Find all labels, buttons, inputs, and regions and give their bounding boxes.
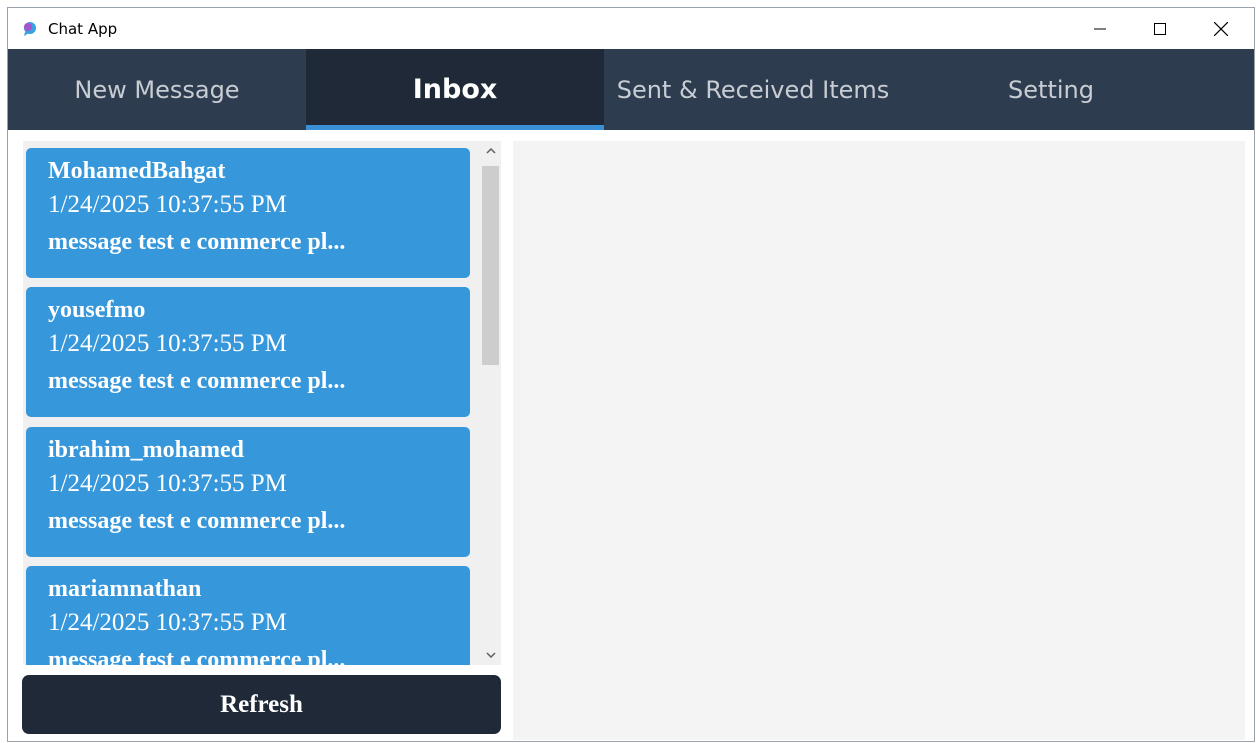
tab-sent-received-items[interactable]: Sent & Received Items: [604, 49, 902, 130]
message-date: 1/24/2025 10:37:55 PM: [48, 609, 287, 636]
maximize-button[interactable]: [1130, 8, 1190, 49]
minimize-button[interactable]: [1070, 8, 1130, 49]
chevron-down-icon: [485, 652, 496, 658]
scroll-down-button[interactable]: [480, 645, 501, 665]
message-preview: message test e commerce pl...: [48, 229, 346, 255]
message-card[interactable]: mariamnathan 1/24/2025 10:37:55 PM messa…: [26, 566, 470, 665]
tab-label: Inbox: [412, 74, 498, 105]
message-detail-panel: [513, 141, 1245, 740]
message-preview: message test e commerce pl...: [48, 368, 346, 394]
message-sender: mariamnathan: [48, 576, 202, 602]
maximize-icon: [1154, 22, 1166, 35]
message-date: 1/24/2025 10:37:55 PM: [48, 191, 287, 218]
tab-bar: New Message Inbox Sent & Received Items …: [8, 49, 1254, 130]
message-card[interactable]: ibrahim_mohamed 1/24/2025 10:37:55 PM me…: [26, 427, 470, 557]
message-sender: MohamedBahgat: [48, 158, 226, 184]
message-date: 1/24/2025 10:37:55 PM: [48, 330, 287, 357]
scroll-up-button[interactable]: [480, 141, 501, 161]
message-sender: yousefmo: [48, 297, 146, 323]
window-title: Chat App: [48, 20, 118, 38]
chat-app-icon: [22, 21, 38, 37]
tab-setting[interactable]: Setting: [902, 49, 1200, 130]
message-list-scrollbar[interactable]: [480, 141, 501, 665]
message-preview: message test e commerce pl...: [48, 508, 346, 534]
message-list[interactable]: MohamedBahgat 1/24/2025 10:37:55 PM mess…: [23, 141, 501, 665]
message-card[interactable]: yousefmo 1/24/2025 10:37:55 PM message t…: [26, 287, 470, 417]
scroll-thumb[interactable]: [482, 166, 499, 365]
minimize-icon: [1094, 28, 1106, 29]
message-sender: ibrahim_mohamed: [48, 437, 245, 463]
inbox-content: MohamedBahgat 1/24/2025 10:37:55 PM mess…: [8, 130, 1254, 741]
refresh-button[interactable]: Refresh: [22, 675, 501, 734]
close-button[interactable]: [1191, 8, 1251, 49]
tab-label: Setting: [1008, 75, 1094, 104]
tab-inbox[interactable]: Inbox: [306, 49, 604, 130]
message-card[interactable]: MohamedBahgat 1/24/2025 10:37:55 PM mess…: [26, 148, 470, 278]
tab-label: New Message: [74, 75, 240, 104]
message-date: 1/24/2025 10:37:55 PM: [48, 470, 287, 497]
chevron-up-icon: [485, 148, 496, 154]
tab-new-message[interactable]: New Message: [8, 49, 306, 130]
message-preview: message test e commerce pl...: [48, 647, 346, 665]
title-bar: Chat App: [8, 8, 1254, 49]
tab-label: Sent & Received Items: [616, 75, 890, 104]
app-window: Chat App New Message Inbox Sent & Receiv…: [7, 7, 1255, 742]
close-icon: [1214, 21, 1228, 36]
